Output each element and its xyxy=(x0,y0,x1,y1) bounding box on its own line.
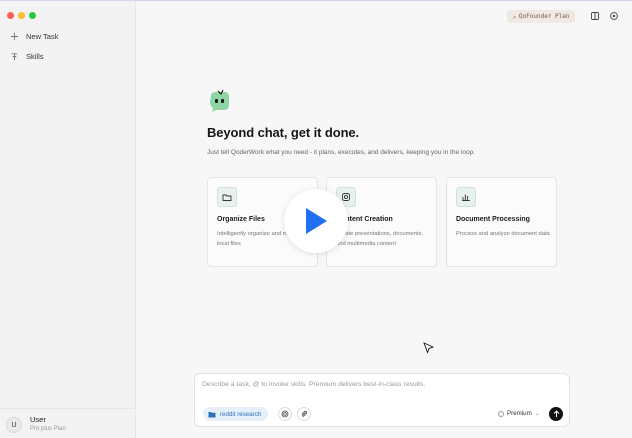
sidebar-item-new-task[interactable]: New Task xyxy=(10,32,58,41)
minimize-window-button[interactable] xyxy=(18,12,25,19)
skill-chip-reddit-research[interactable]: reddit research xyxy=(203,407,269,421)
spiral-icon xyxy=(281,410,289,418)
arrow-up-icon xyxy=(553,410,559,417)
avatar: U xyxy=(6,417,22,433)
user-plan: Pro plus Plan xyxy=(30,426,66,432)
card-document-processing[interactable]: Document Processing Process and analyze … xyxy=(446,177,557,267)
play-icon xyxy=(306,208,327,234)
page-subtitle: Just tell QoderWork what you need - it p… xyxy=(207,149,475,156)
folder-icon xyxy=(217,187,237,207)
sidebar-item-label: New Task xyxy=(26,32,59,41)
task-input[interactable]: Describe a task, @ to invoke skills. Pre… xyxy=(202,381,425,388)
user-profile[interactable]: U User Pro plus Plan xyxy=(0,408,135,438)
zoom-window-button[interactable] xyxy=(29,12,36,19)
card-description: Create presentations, documents, and mul… xyxy=(336,231,424,247)
card-title: Document Processing xyxy=(456,216,530,223)
folder-icon xyxy=(208,411,216,417)
model-selector-button[interactable] xyxy=(278,407,292,421)
sidebar: New Task Skills U User Pro plus Plan xyxy=(0,1,136,438)
card-title: Organize Files xyxy=(217,216,265,223)
send-button[interactable] xyxy=(549,407,563,421)
skills-icon xyxy=(10,52,19,61)
card-description: Process and analyze document data xyxy=(456,231,550,237)
window-controls xyxy=(7,12,36,19)
mascot-logo-icon xyxy=(207,89,232,113)
task-composer[interactable]: Describe a task, @ to invoke skills. Pre… xyxy=(194,373,570,427)
sidebar-item-skills[interactable]: Skills xyxy=(10,52,44,61)
user-name: User xyxy=(30,415,46,424)
skill-chip-label: reddit research xyxy=(220,410,262,418)
mouse-cursor-icon xyxy=(423,341,435,354)
chart-icon xyxy=(456,187,476,207)
page-title: Beyond chat, get it done. xyxy=(207,125,360,140)
circle-icon xyxy=(498,410,504,417)
plan-badge[interactable]: ↗ QoFounder Plan xyxy=(507,10,575,23)
plus-icon xyxy=(10,32,19,41)
plan-badge-label: QoFounder Plan xyxy=(518,13,570,20)
chevron-down-icon: ⌄ xyxy=(534,411,540,417)
play-video-button[interactable] xyxy=(284,189,348,253)
gear-icon[interactable] xyxy=(609,11,619,21)
premium-mode-select[interactable]: Premium ⌄ xyxy=(498,410,540,417)
premium-label: Premium xyxy=(507,410,532,417)
attach-file-button[interactable] xyxy=(297,407,311,421)
app-window: New Task Skills U User Pro plus Plan ↗ Q… xyxy=(0,0,632,438)
rocket-icon: ↗ xyxy=(512,12,516,21)
sidebar-item-label: Skills xyxy=(26,52,44,61)
book-icon[interactable] xyxy=(590,11,600,21)
paperclip-icon xyxy=(301,410,308,417)
close-window-button[interactable] xyxy=(7,12,14,19)
